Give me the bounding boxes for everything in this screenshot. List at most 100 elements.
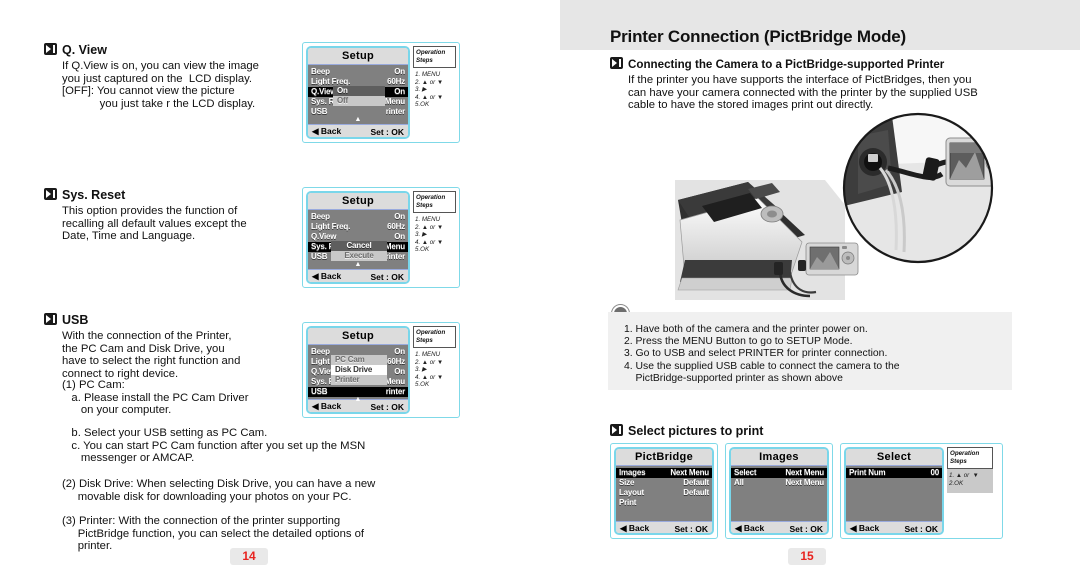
connection-steps-note: 1. Have both of the camera and the print…: [608, 312, 1012, 390]
menu-row-value: Next Menu: [785, 468, 824, 477]
lcd-footer: ◀ Back Set : OK: [308, 269, 408, 282]
operation-steps-list: 1. MENU 2. ▲ or ▼ 3. ▶ 4. ▲ or ▼ 5.OK: [415, 216, 444, 254]
menu-row-value: 60Hz: [387, 357, 405, 366]
page-title: Printer Connection (PictBridge Mode): [610, 27, 906, 46]
back-button[interactable]: ◀ Back: [850, 523, 879, 533]
menu-row-value: Default: [683, 478, 709, 487]
menu-row-label: USB: [311, 107, 328, 116]
operation-steps-title: Operation Steps: [413, 191, 456, 213]
menu-row[interactable]: Light Freq. 60Hz: [308, 222, 408, 232]
menu-row-value: On: [394, 347, 405, 356]
bullet-marker-icon: [44, 313, 57, 325]
menu-row[interactable]: Beep On: [308, 212, 408, 222]
printer-camera-photo-svg: [675, 112, 994, 300]
lcd-menu-list: BeepOn Light Freq.60Hz Q.ViewOn Sys. ReM…: [308, 345, 408, 403]
lcd-panel-usb: Setup BeepOn Light Freq.60Hz Q.ViewOn Sy…: [302, 322, 460, 418]
back-button[interactable]: ◀ Back: [735, 523, 764, 533]
menu-row-value: Next Menu: [670, 468, 709, 477]
operation-steps-list: 1. MENU 2. ▲ or ▼ 3. ▶ 4. ▲ or ▼ 5.OK: [415, 71, 444, 109]
operation-steps-panel: Operation Steps 1. MENU 2. ▲ or ▼ 3. ▶ 4…: [413, 326, 456, 414]
lcd-title: Setup: [308, 193, 408, 210]
section-body: If Q.View is on, you can view the image …: [62, 60, 259, 110]
set-ok-button[interactable]: Set : OK: [789, 524, 823, 534]
menu-row[interactable]: Print: [616, 498, 712, 508]
menu-row-label: Print Num: [849, 468, 886, 477]
menu-row-label: Light Freq.: [311, 222, 351, 231]
menu-row-value: Menu: [384, 242, 405, 251]
bullet-marker-icon: [610, 57, 623, 69]
lcd-footer: ◀ Back Set : OK: [731, 521, 827, 534]
camera-lcd-screen: Setup BeepOn Light Freq.60Hz Q.ViewOn Sy…: [306, 326, 410, 414]
menu-row-value: Menu: [384, 97, 405, 106]
dropdown-popup-q-view: On Off: [333, 86, 385, 106]
operation-steps-list: 1. ▲ or ▼ 2.OK: [947, 469, 993, 493]
lcd-title: Select: [846, 449, 942, 466]
bullet-marker-icon: [610, 424, 623, 436]
section-connecting-camera: Connecting the Camera to a PictBridge-su…: [610, 57, 978, 112]
set-ok-button[interactable]: Set : OK: [674, 524, 708, 534]
menu-row-label: All: [734, 478, 744, 487]
camera-lcd-screen: Select Print Num 00 ◀ Back Set : OK: [844, 447, 944, 535]
dropdown-option-selected[interactable]: Off: [333, 96, 385, 106]
camera-lcd-screen: Setup BeepOn Light Freq.60Hz Q.ViewOn Sy…: [306, 191, 410, 284]
menu-row-value: 60Hz: [387, 222, 405, 231]
set-ok-button[interactable]: Set : OK: [904, 524, 938, 534]
menu-row-value: rinter: [385, 252, 405, 261]
menu-row[interactable]: All Next Menu: [731, 478, 827, 488]
menu-row-label: Print: [619, 498, 637, 507]
menu-row-value: On: [394, 367, 405, 376]
section-sys-reset: Sys. Reset This option provides the func…: [44, 188, 247, 243]
lcd-panel-sys-reset: Setup Beep On Light Freq. 60Hz Q.View On Sy…: [302, 187, 460, 288]
dropdown-option[interactable]: PC Cam: [331, 355, 387, 365]
menu-row-label: USB: [311, 387, 328, 396]
section-select-pictures: Select pictures to print: [610, 424, 763, 438]
dropdown-option[interactable]: Cancel: [331, 241, 387, 251]
menu-row-selected[interactable]: Images Next Menu: [616, 468, 712, 478]
section-heading: Connecting the Camera to a PictBridge-su…: [610, 57, 978, 72]
menu-row-label: Images: [619, 468, 646, 477]
section-q-view: Q. View If Q.View is on, you can view th…: [44, 43, 259, 110]
menu-row[interactable]: Size Default: [616, 478, 712, 488]
operation-steps-panel: Operation Steps 1. MENU 2. ▲ or ▼ 3. ▶ 4…: [413, 46, 456, 139]
printer-camera-photo: [630, 110, 1030, 300]
back-button[interactable]: ◀ Back: [312, 271, 341, 282]
back-button[interactable]: ◀ Back: [620, 523, 649, 533]
scroll-up-icon: ▲: [354, 396, 362, 403]
set-ok-button[interactable]: Set : OK: [370, 127, 404, 137]
menu-row-selected[interactable]: Print Num 00: [846, 468, 942, 478]
menu-row-selected[interactable]: Select Next Menu: [731, 468, 827, 478]
bullet-marker-icon: [44, 43, 57, 55]
section-usb: USB With the connection of the Printer, …: [44, 313, 240, 380]
menu-row[interactable]: Beep On: [308, 67, 408, 77]
operation-steps-title: Operation Steps: [947, 447, 993, 469]
menu-row-value: 60Hz: [387, 77, 405, 86]
back-button[interactable]: ◀ Back: [312, 126, 341, 137]
dropdown-option-selected[interactable]: Execute: [331, 251, 387, 261]
lcd-panel-select: Select Print Num 00 ◀ Back Set : OK Opera…: [840, 443, 1003, 539]
lcd-title: Setup: [308, 48, 408, 65]
set-ok-button[interactable]: Set : OK: [370, 272, 404, 282]
menu-row-label: Beep: [311, 67, 330, 76]
dropdown-option-selected[interactable]: Printer: [331, 375, 387, 385]
camera-lcd-screen: Setup BeepOn Light Freq.60Hz Q.ViewOn Sy…: [306, 46, 410, 139]
section-heading-text: USB: [62, 313, 89, 327]
operation-steps-panel: Operation Steps 1. MENU 2. ▲ or ▼ 3. ▶ 4…: [413, 191, 456, 284]
lcd-menu-list: Select Next Menu All Next Menu: [731, 466, 827, 521]
section-heading: USB: [44, 313, 240, 327]
section-body: If the printer you have supports the int…: [628, 74, 978, 112]
lcd-menu-list: Print Num 00: [846, 466, 942, 521]
lcd-title: Images: [731, 449, 827, 466]
page-number-right: 15: [788, 548, 826, 565]
set-ok-button[interactable]: Set : OK: [370, 402, 404, 412]
lcd-menu-list: Images Next Menu Size Default Layout Defaul…: [616, 466, 712, 521]
dropdown-option[interactable]: Disk Drive: [331, 365, 387, 375]
operation-steps-title: Operation Steps: [413, 326, 456, 348]
lcd-footer: ◀ Back Set : OK: [308, 124, 408, 137]
menu-row-value: On: [394, 212, 405, 221]
menu-row-label: Select: [734, 468, 757, 477]
dropdown-option[interactable]: On: [333, 86, 385, 96]
menu-row[interactable]: Layout Default: [616, 488, 712, 498]
lcd-panel-pictbridge: PictBridge Images Next Menu Size Default L…: [610, 443, 718, 539]
lcd-panel-q-view: Setup Beep On Light Freq. 60Hz Q.View On Sy…: [302, 42, 460, 143]
dropdown-popup-sys-reset: Cancel Execute: [331, 241, 387, 261]
